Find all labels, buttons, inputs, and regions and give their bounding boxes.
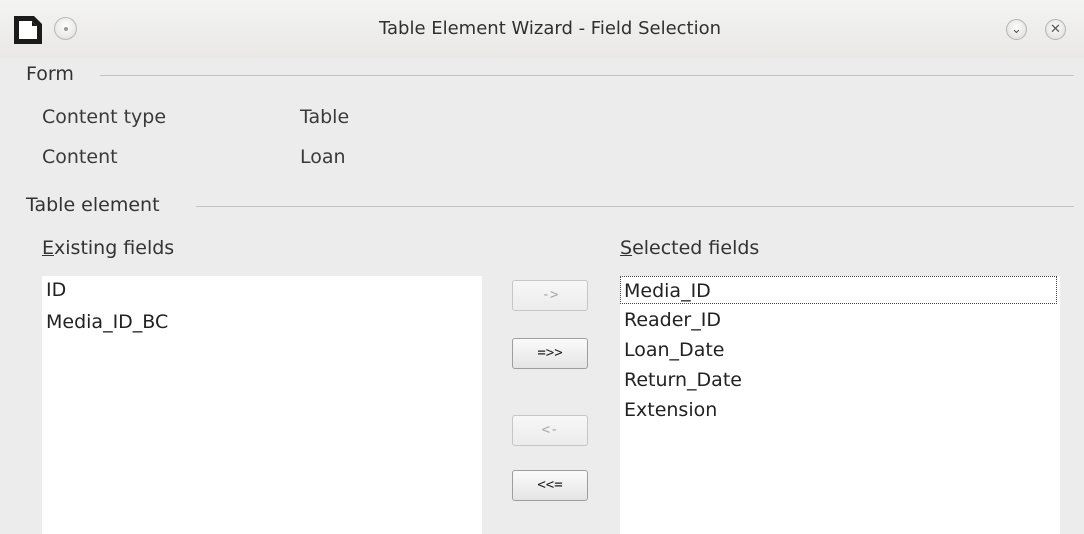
existing-fields-label-text: xisting fields (54, 237, 175, 259)
list-item[interactable]: Reader_ID (624, 306, 721, 334)
add-all-button[interactable]: =>> (512, 338, 588, 369)
chevron-down-icon[interactable]: ⌄ (1006, 19, 1027, 40)
form-section-label: Form (26, 63, 82, 85)
selected-fields-label-text: elected fields (632, 237, 760, 259)
add-one-button[interactable]: -> (512, 280, 588, 311)
selected-fields-label: Selected fields (620, 237, 759, 259)
content-label: Content (42, 146, 118, 168)
list-item[interactable]: Loan_Date (624, 336, 724, 364)
table-element-section-label: Table element (26, 194, 168, 216)
existing-fields-list[interactable]: ID Media_ID_BC (42, 276, 482, 534)
list-item[interactable]: Media_ID (620, 276, 1057, 304)
remove-one-button[interactable]: <- (512, 415, 588, 446)
remove-all-button[interactable]: <<= (512, 470, 588, 501)
selected-fields-mnemonic: S (620, 237, 633, 259)
content-type-label: Content type (42, 106, 167, 128)
content-type-value: Table (300, 106, 350, 128)
content-value: Loan (300, 146, 346, 168)
existing-fields-mnemonic: E (42, 237, 55, 259)
existing-fields-label: Existing fields (42, 237, 174, 259)
list-item[interactable]: Return_Date (624, 366, 742, 394)
table-element-section-rule (196, 206, 1074, 207)
close-icon[interactable]: ✕ (1045, 19, 1066, 40)
window-title: Table Element Wizard - Field Selection (378, 18, 722, 39)
list-item[interactable]: Extension (624, 396, 717, 424)
form-section-rule (100, 75, 1074, 76)
list-item[interactable]: ID (46, 276, 66, 304)
selected-fields-list[interactable]: Media_ID Reader_ID Loan_Date Return_Date… (620, 276, 1060, 534)
list-item[interactable]: Media_ID_BC (46, 308, 168, 336)
title-bar: Table Element Wizard - Field Selection ⌄… (0, 0, 1084, 58)
